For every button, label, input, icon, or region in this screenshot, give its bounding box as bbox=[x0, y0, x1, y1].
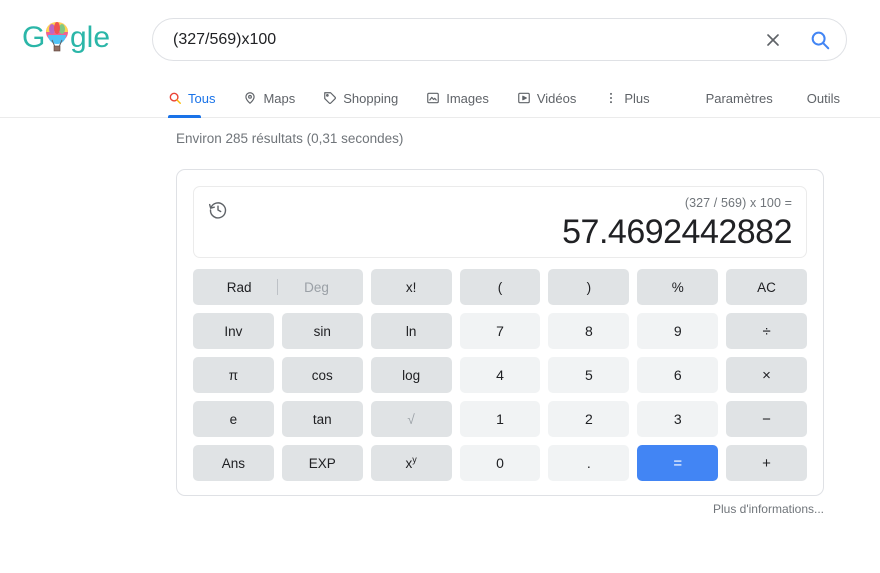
key-tan[interactable]: tan bbox=[281, 401, 363, 437]
angle-mode-toggle[interactable]: Rad Deg bbox=[193, 269, 363, 305]
key-multiply[interactable]: × bbox=[726, 357, 807, 393]
calculator-result: 57.4692442882 bbox=[562, 213, 792, 251]
tab-label: Images bbox=[446, 90, 489, 106]
key-divide[interactable]: ÷ bbox=[726, 313, 807, 349]
tab-label: Plus bbox=[624, 90, 650, 106]
video-icon bbox=[517, 91, 531, 105]
key-inv[interactable]: Inv bbox=[193, 313, 274, 349]
key-sin[interactable]: sin bbox=[281, 313, 363, 349]
key-plus[interactable]: + bbox=[726, 445, 807, 481]
more-info-link[interactable]: Plus d'informations... bbox=[713, 502, 824, 516]
tab-label: Maps bbox=[263, 90, 296, 106]
key-ans[interactable]: Ans bbox=[193, 445, 274, 481]
tab-shopping[interactable]: Shopping bbox=[323, 78, 412, 118]
key-equals[interactable]: = bbox=[637, 445, 719, 481]
key-minus[interactable]: − bbox=[726, 401, 807, 437]
tools-link[interactable]: Outils bbox=[807, 91, 840, 106]
key-log[interactable]: log bbox=[370, 357, 452, 393]
map-pin-icon bbox=[243, 91, 257, 105]
svg-text:G: G bbox=[22, 21, 45, 54]
key-2[interactable]: 2 bbox=[548, 401, 630, 437]
search-icon bbox=[168, 91, 182, 105]
calculator-display: (327 / 569) x 100 = 57.4692442882 bbox=[193, 186, 807, 258]
key-ln[interactable]: ln bbox=[370, 313, 452, 349]
navigation-bar: Tous Maps Shopping Images Vidéos Plus Pa… bbox=[0, 78, 880, 118]
key-8[interactable]: 8 bbox=[548, 313, 630, 349]
key-factorial[interactable]: x! bbox=[370, 269, 452, 305]
search-input[interactable] bbox=[153, 19, 752, 60]
key-7[interactable]: 7 bbox=[459, 313, 541, 349]
key-4[interactable]: 4 bbox=[459, 357, 541, 393]
key-decimal[interactable]: . bbox=[548, 445, 630, 481]
tab-label: Tous bbox=[188, 90, 216, 106]
key-5[interactable]: 5 bbox=[548, 357, 630, 393]
key-all-clear[interactable]: AC bbox=[726, 269, 807, 305]
rad-mode-label[interactable]: Rad bbox=[201, 280, 277, 295]
key-6[interactable]: 6 bbox=[637, 357, 719, 393]
more-vertical-icon bbox=[604, 91, 618, 105]
close-icon[interactable] bbox=[752, 19, 794, 60]
tab-plus[interactable]: Plus bbox=[604, 78, 663, 118]
tab-maps[interactable]: Maps bbox=[243, 78, 309, 118]
search-tabs: Tous Maps Shopping Images Vidéos Plus bbox=[168, 78, 678, 118]
search-bar[interactable] bbox=[152, 18, 847, 61]
page-header: G gle bbox=[0, 0, 880, 78]
tab-label: Shopping bbox=[343, 90, 399, 106]
key-3[interactable]: 3 bbox=[637, 401, 719, 437]
google-doodle-logo[interactable]: G gle bbox=[22, 20, 114, 56]
tab-images[interactable]: Images bbox=[426, 78, 503, 118]
key-9[interactable]: 9 bbox=[637, 313, 719, 349]
nav-right-options: Paramètres Outils bbox=[706, 78, 840, 118]
svg-text:gle: gle bbox=[70, 21, 110, 54]
settings-link[interactable]: Paramètres bbox=[706, 91, 773, 106]
key-sqrt[interactable]: √ bbox=[370, 401, 452, 437]
tab-videos[interactable]: Vidéos bbox=[517, 78, 591, 118]
calculator-card: (327 / 569) x 100 = 57.4692442882 Rad De… bbox=[176, 169, 824, 496]
deg-mode-label[interactable]: Deg bbox=[278, 280, 354, 295]
tag-icon bbox=[323, 91, 337, 105]
calculator-expression: (327 / 569) x 100 = bbox=[684, 196, 792, 210]
key-power-label: xy bbox=[405, 454, 417, 471]
key-paren-open[interactable]: ( bbox=[459, 269, 541, 305]
search-icon[interactable] bbox=[794, 19, 846, 60]
key-pi[interactable]: π bbox=[193, 357, 274, 393]
key-power[interactable]: xy bbox=[370, 445, 452, 481]
search-results-page: G gle (327/569)x100 Tous Maps Shopping I… bbox=[0, 0, 880, 573]
key-paren-close[interactable]: ) bbox=[548, 269, 630, 305]
key-1[interactable]: 1 bbox=[459, 401, 541, 437]
calculator-keypad: Rad Deg x! ( ) % AC Inv sin ln 7 8 9 ÷ π… bbox=[193, 269, 807, 481]
key-percent[interactable]: % bbox=[637, 269, 719, 305]
result-stats: Environ 285 résultats (0,31 secondes) bbox=[176, 131, 404, 146]
history-icon[interactable] bbox=[208, 200, 228, 220]
key-0[interactable]: 0 bbox=[459, 445, 541, 481]
key-e[interactable]: e bbox=[193, 401, 274, 437]
hot-air-balloon-icon bbox=[46, 22, 68, 52]
tab-label: Vidéos bbox=[536, 90, 577, 106]
tab-tous[interactable]: Tous bbox=[168, 78, 229, 118]
key-cos[interactable]: cos bbox=[281, 357, 363, 393]
key-exp[interactable]: EXP bbox=[281, 445, 363, 481]
image-icon bbox=[426, 91, 440, 105]
